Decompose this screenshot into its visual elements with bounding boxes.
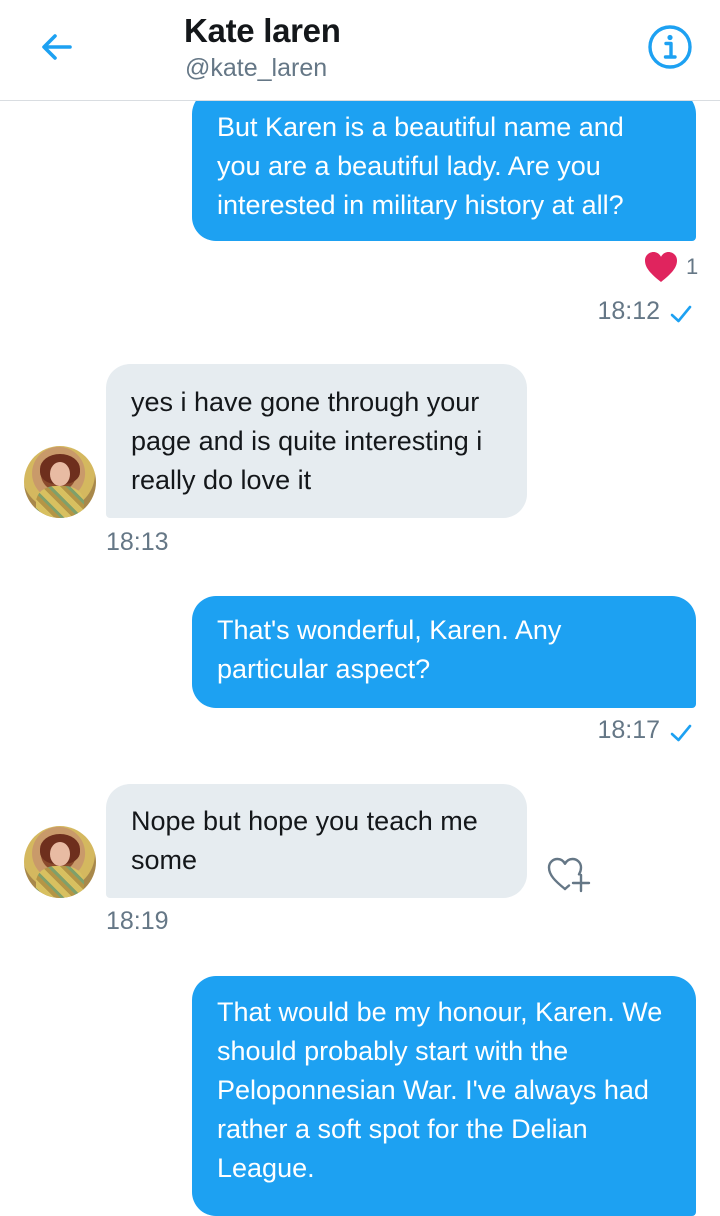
message-text: That would be my honour, Karen. We shoul… xyxy=(217,997,663,1183)
message-timestamp: 18:12 xyxy=(597,297,660,325)
message-timestamp: 18:13 xyxy=(106,528,169,556)
conversation-header: Kate laren @kate_laren xyxy=(0,0,720,101)
check-icon xyxy=(670,724,692,742)
reaction-count: 1 xyxy=(686,254,699,279)
message-text: yes i have gone through your page and is… xyxy=(131,387,483,495)
conversation-title[interactable]: Kate laren xyxy=(184,12,341,50)
back-button[interactable] xyxy=(32,24,80,72)
avatar[interactable] xyxy=(24,446,96,518)
info-button[interactable] xyxy=(645,22,695,72)
arrow-left-icon xyxy=(42,34,72,60)
message-timestamp: 18:17 xyxy=(597,716,660,744)
message-bubble-sent[interactable]: That's wonderful, Karen. Any particular … xyxy=(192,596,696,708)
message-text: Nope but hope you teach me some xyxy=(131,806,478,875)
heart-icon[interactable] xyxy=(643,250,679,284)
message-bubble-sent[interactable]: That would be my honour, Karen. We shoul… xyxy=(192,976,696,1216)
check-icon xyxy=(670,305,692,323)
conversation-handle[interactable]: @kate_laren xyxy=(185,54,327,83)
message-timestamp: 18:19 xyxy=(106,907,169,935)
message-text: That's wonderful, Karen. Any particular … xyxy=(217,615,562,684)
message-bubble-received[interactable]: yes i have gone through your page and is… xyxy=(106,364,527,518)
message-bubble-sent[interactable]: But Karen is a beautiful name and you ar… xyxy=(192,90,696,241)
message-bubble-received[interactable]: Nope but hope you teach me some xyxy=(106,784,527,898)
info-icon xyxy=(648,25,692,69)
add-reaction-heart-icon[interactable] xyxy=(545,853,595,895)
avatar[interactable] xyxy=(24,826,96,898)
message-text: But Karen is a beautiful name and you ar… xyxy=(217,112,624,220)
